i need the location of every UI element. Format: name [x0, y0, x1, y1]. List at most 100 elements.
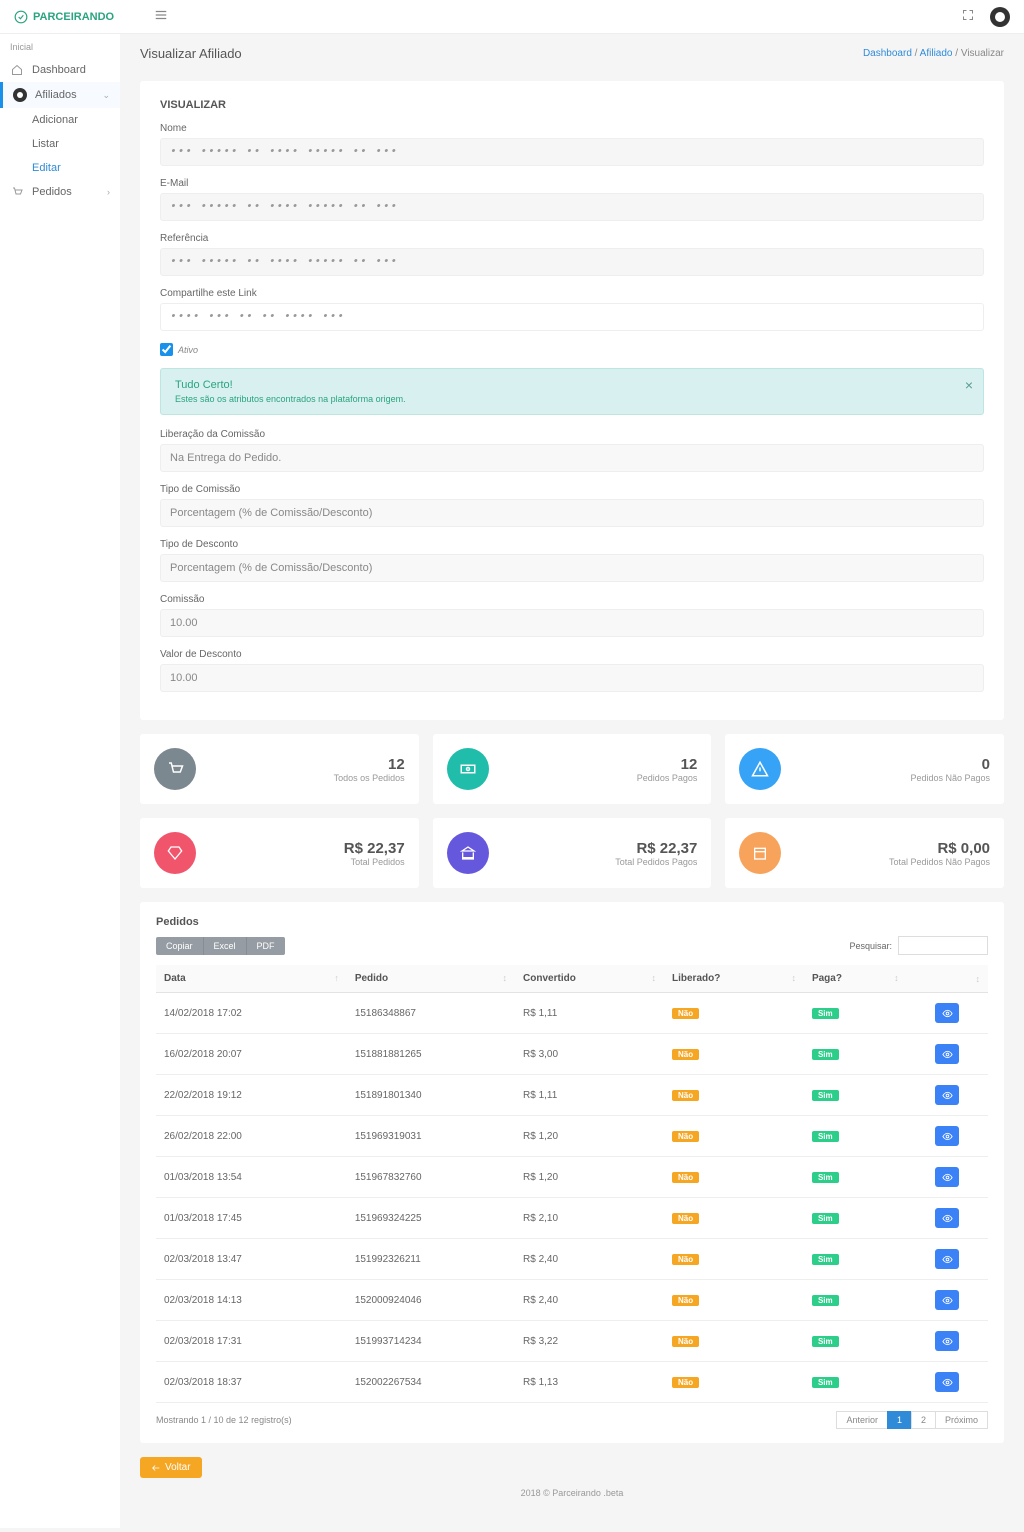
col-liberado[interactable]: Liberado?↕: [664, 965, 804, 993]
col-paga[interactable]: Paga?↕: [804, 965, 907, 993]
search-input[interactable]: [898, 936, 988, 955]
alert-close-icon[interactable]: ×: [965, 377, 973, 393]
cell-data: 26/02/2018 22:00: [156, 1116, 347, 1157]
ref-field: ••• ••••• •• •••• ••••• •• •••: [160, 248, 984, 276]
view-row-button[interactable]: [935, 1372, 959, 1392]
stats-row-1: 12Todos os Pedidos 12Pedidos Pagos 0Pedi…: [140, 734, 1004, 804]
view-row-button[interactable]: [935, 1085, 959, 1105]
sidebar-subitem-listar[interactable]: Listar: [0, 132, 120, 156]
sidebar-item-dashboard[interactable]: Dashboard: [0, 58, 120, 82]
breadcrumb-afiliado[interactable]: Afiliado: [920, 48, 953, 59]
fullscreen-icon[interactable]: [962, 9, 974, 24]
cell-lib: Não: [664, 1280, 804, 1321]
cell-lib: Não: [664, 1157, 804, 1198]
stat-total-pedidos-nao-pagos: R$ 0,00Total Pedidos Não Pagos: [725, 818, 1004, 888]
chevron-right-icon: ›: [107, 187, 110, 197]
sidebar-subitem-adicionar[interactable]: Adicionar: [0, 108, 120, 132]
table-row: 02/03/2018 18:37152002267534R$ 1,13NãoSi…: [156, 1362, 988, 1403]
cell-pedido: 15186348867: [347, 993, 515, 1034]
sidebar-item-afiliados[interactable]: Afiliados ⌄: [0, 82, 120, 108]
view-row-button[interactable]: [935, 1331, 959, 1351]
table-row: 16/02/2018 20:07151881881265R$ 3,00NãoSi…: [156, 1034, 988, 1075]
cell-pedido: 151992326211: [347, 1239, 515, 1280]
view-row-button[interactable]: [935, 1003, 959, 1023]
view-row-button[interactable]: [935, 1167, 959, 1187]
view-row-button[interactable]: [935, 1208, 959, 1228]
table-row: 02/03/2018 13:47151992326211R$ 2,40NãoSi…: [156, 1239, 988, 1280]
main: Visualizar Afiliado Dashboard / Afiliado…: [120, 34, 1024, 1528]
cell-lib: Não: [664, 1075, 804, 1116]
cell-pedido: 152000924046: [347, 1280, 515, 1321]
pedidos-card: Pedidos Copiar Excel PDF Pesquisar:: [140, 902, 1004, 1443]
export-excel[interactable]: Excel: [203, 937, 246, 955]
share-field[interactable]: •••• ••• •• •• •••• •••: [160, 303, 984, 331]
chevron-down-icon: ⌄: [102, 90, 110, 101]
export-pdf[interactable]: PDF: [246, 937, 285, 955]
table-toolbar: Copiar Excel PDF Pesquisar:: [156, 936, 988, 955]
col-pedido[interactable]: Pedido↕: [347, 965, 515, 993]
view-row-button[interactable]: [935, 1249, 959, 1269]
cell-conv: R$ 3,22: [515, 1321, 664, 1362]
cell-conv: R$ 3,00: [515, 1034, 664, 1075]
cell-conv: R$ 1,11: [515, 993, 664, 1034]
breadcrumb-dashboard[interactable]: Dashboard: [863, 48, 912, 59]
cell-lib: Não: [664, 993, 804, 1034]
cell-lib: Não: [664, 1198, 804, 1239]
voltar-button[interactable]: Voltar: [140, 1457, 202, 1478]
pagination-info: Mostrando 1 / 10 de 12 registro(s): [156, 1415, 292, 1425]
ativo-checkbox[interactable]: [160, 343, 173, 356]
page-prev[interactable]: Anterior: [836, 1411, 888, 1429]
cell-lib: Não: [664, 1362, 804, 1403]
logo[interactable]: PARCEIRANDO: [14, 10, 114, 24]
user-avatar[interactable]: [990, 7, 1010, 27]
col-actions: ↕: [907, 965, 988, 993]
cell-pedido: 151969324225: [347, 1198, 515, 1239]
cell-conv: R$ 2,40: [515, 1280, 664, 1321]
col-convertido[interactable]: Convertido↕: [515, 965, 664, 993]
page-next[interactable]: Próximo: [935, 1411, 988, 1429]
cell-pedido: 151993714234: [347, 1321, 515, 1362]
alert-title: Tudo Certo!: [175, 379, 969, 391]
breadcrumb-current: Visualizar: [961, 48, 1004, 59]
sidebar-subitem-editar[interactable]: Editar: [0, 156, 120, 180]
col-data[interactable]: Data↑: [156, 965, 347, 993]
cell-conv: R$ 1,20: [515, 1116, 664, 1157]
cell-paga: Sim: [804, 1362, 907, 1403]
page-2[interactable]: 2: [911, 1411, 936, 1429]
tipodesc-field: Porcentagem (% de Comissão/Desconto): [160, 554, 984, 582]
stat-pedidos-nao-pagos: 0Pedidos Não Pagos: [725, 734, 1004, 804]
card-title: VISUALIZAR: [160, 99, 984, 111]
home-icon: [10, 64, 24, 76]
success-alert: Tudo Certo! Estes são os atributos encon…: [160, 368, 984, 415]
export-copiar[interactable]: Copiar: [156, 937, 203, 955]
diamond-icon: [154, 832, 196, 874]
cell-data: 02/03/2018 13:47: [156, 1239, 347, 1280]
user-icon: [13, 88, 27, 102]
page-1[interactable]: 1: [887, 1411, 912, 1429]
nome-field: ••• ••••• •• •••• ••••• •• •••: [160, 138, 984, 166]
view-row-button[interactable]: [935, 1044, 959, 1064]
cell-lib: Não: [664, 1321, 804, 1362]
footer: 2018 © Parceirando .beta: [140, 1478, 1004, 1508]
sidebar-section-label: Inicial: [0, 34, 120, 58]
comissao-label: Comissão: [160, 594, 984, 605]
sidebar-item-label: Pedidos: [32, 186, 72, 198]
cell-lib: Não: [664, 1116, 804, 1157]
cell-paga: Sim: [804, 1198, 907, 1239]
cell-pedido: 152002267534: [347, 1362, 515, 1403]
cell-paga: Sim: [804, 993, 907, 1034]
export-buttons: Copiar Excel PDF: [156, 937, 285, 955]
table-row: 22/02/2018 19:12151891801340R$ 1,11NãoSi…: [156, 1075, 988, 1116]
cell-pedido: 151967832760: [347, 1157, 515, 1198]
cell-conv: R$ 1,11: [515, 1075, 664, 1116]
alert-sub: Estes são os atributos encontrados na pl…: [175, 394, 969, 404]
view-row-button[interactable]: [935, 1290, 959, 1310]
sidebar-item-pedidos[interactable]: Pedidos ›: [0, 180, 120, 204]
breadcrumb: Dashboard / Afiliado / Visualizar: [863, 48, 1004, 59]
cell-data: 01/03/2018 17:45: [156, 1198, 347, 1239]
search-label: Pesquisar:: [849, 941, 892, 951]
stat-total-pedidos: R$ 22,37Total Pedidos: [140, 818, 419, 888]
menu-toggle-icon[interactable]: [154, 8, 168, 25]
cell-data: 02/03/2018 14:13: [156, 1280, 347, 1321]
view-row-button[interactable]: [935, 1126, 959, 1146]
